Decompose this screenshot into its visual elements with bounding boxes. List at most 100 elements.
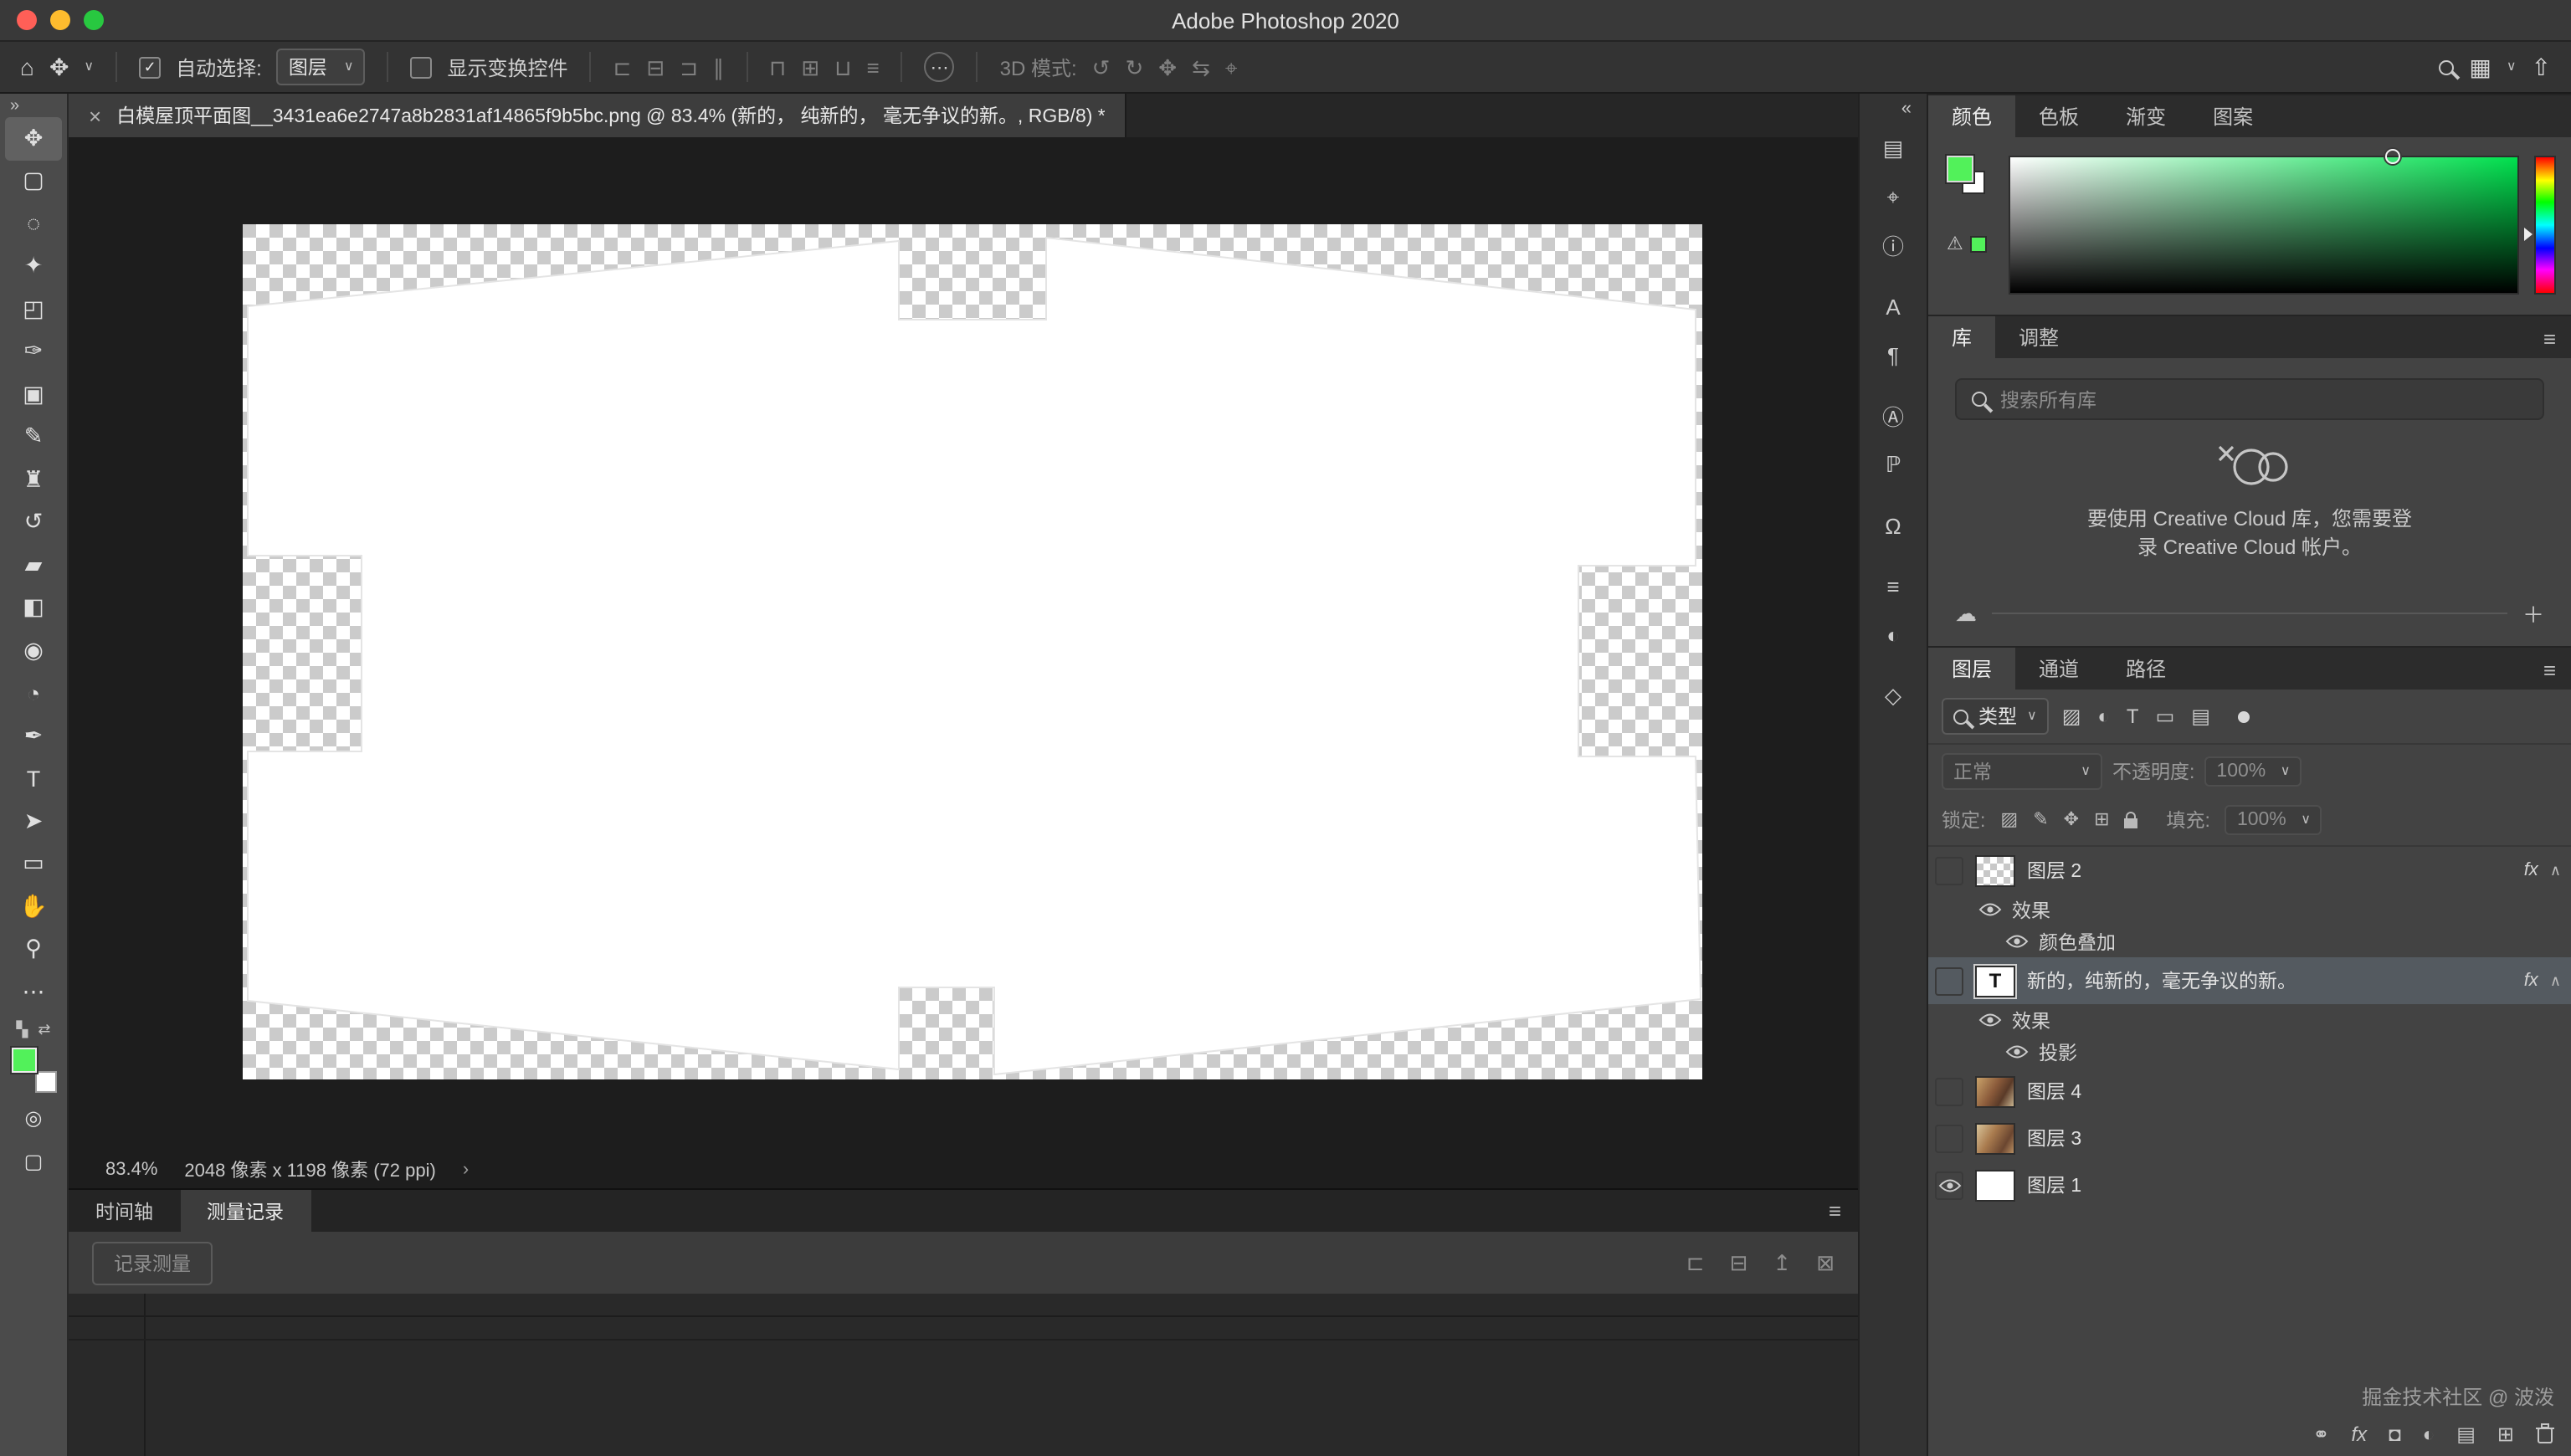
collapse-effects-icon[interactable]: ∧ (2550, 972, 2561, 990)
character-styles-panel-icon[interactable]: Ⓐ (1868, 394, 1918, 438)
canvas[interactable] (69, 137, 1858, 1151)
crop-tool[interactable]: ◰ (5, 288, 62, 331)
screen-mode-icon[interactable]: ▢ (5, 1140, 62, 1182)
visibility-toggle[interactable] (1935, 1124, 1963, 1152)
gradient-tool[interactable]: ◧ (5, 587, 62, 629)
layer-row-selected[interactable]: T 新的，纯新的，毫无争议的新。 fx ∧ (1928, 957, 2571, 1004)
camera-3d-icon[interactable]: ⌖ (1225, 56, 1238, 78)
background-color-swatch[interactable] (34, 1070, 56, 1092)
document-tab[interactable]: × 白模屋顶平面图__3431ea6e2747a8b2831af14865f9b… (69, 94, 1127, 137)
align-top-icon[interactable]: ⊓ (769, 56, 786, 78)
default-colors-icon[interactable]: ▚ (17, 1020, 28, 1038)
info-panel-icon[interactable]: ⓘ (1868, 223, 1918, 267)
close-icon[interactable]: × (89, 103, 101, 128)
minimize-window-button[interactable] (50, 10, 70, 30)
brush-settings-panel-icon[interactable]: ▤ (1868, 126, 1918, 170)
roll-3d-icon[interactable]: ↻ (1125, 56, 1143, 78)
search-icon[interactable] (2439, 59, 2454, 74)
tab-measurement-log[interactable]: 测量记录 (180, 1190, 310, 1232)
new-group-icon[interactable]: ▤ (2456, 1422, 2476, 1445)
layer-row[interactable]: 图层 3 (1928, 1115, 2571, 1161)
eraser-tool[interactable]: ▰ (5, 544, 62, 587)
layer-thumbnail[interactable] (1975, 1169, 2015, 1201)
align-right-icon[interactable]: ⊐ (680, 56, 698, 78)
align-center-icon[interactable]: ⊟ (646, 56, 665, 78)
panels-collapse-icon[interactable]: « (1901, 95, 1927, 124)
eye-icon[interactable] (1978, 1013, 2002, 1028)
properties-panel-icon[interactable]: ≡ (1868, 565, 1918, 608)
distribute-horizontal-icon[interactable]: ∥ (713, 56, 724, 78)
layer-row[interactable]: 图层 4 (1928, 1068, 2571, 1115)
effects-row[interactable]: 效果 (1928, 1004, 2571, 1036)
zoom-window-button[interactable] (84, 10, 104, 30)
filter-pixel-layers-icon[interactable]: ▨ (2062, 705, 2081, 728)
layer-row[interactable]: 图层 2 fx ∧ (1928, 847, 2571, 894)
more-tools-button[interactable]: ⋯ (5, 971, 62, 1013)
fill-dropdown[interactable]: 100%∨ (2225, 805, 2322, 835)
layer-name[interactable]: 图层 4 (2027, 1078, 2561, 1105)
close-window-button[interactable] (17, 10, 37, 30)
align-bottom-icon[interactable]: ⊔ (834, 56, 851, 78)
document-image[interactable] (243, 224, 1702, 1079)
orbit-3d-icon[interactable]: ↺ (1092, 56, 1111, 78)
glyphs-panel-icon[interactable]: Ω (1868, 504, 1918, 547)
layer-thumbnail[interactable] (1975, 1075, 2015, 1107)
link-layers-icon[interactable]: ⚭ (2312, 1422, 2329, 1445)
status-chevron-icon[interactable]: › (463, 1160, 469, 1180)
tab-libraries[interactable]: 库 (1928, 316, 1995, 358)
adjustment-layer-icon[interactable]: ◐ (2423, 1422, 2435, 1445)
distribute-vertical-icon[interactable]: ≡ (866, 56, 879, 78)
align-middle-icon[interactable]: ⊞ (801, 56, 819, 78)
threed-panel-icon[interactable]: ◇ (1868, 674, 1918, 718)
align-left-icon[interactable]: ⊏ (613, 56, 632, 78)
brush-tool[interactable]: ✎ (5, 416, 62, 459)
add-library-icon[interactable]: ＋ (2522, 597, 2544, 629)
swap-colors-icon[interactable]: ⇄ (38, 1020, 50, 1038)
clone-stamp-tool[interactable]: ♜ (5, 459, 62, 501)
home-icon[interactable]: ⌂ (20, 55, 34, 79)
rectangular-marquee-tool[interactable]: ▢ (5, 160, 62, 203)
eye-icon[interactable] (1978, 902, 2002, 917)
fx-badge[interactable]: fx (2524, 860, 2538, 880)
panel-menu-icon[interactable]: ≡ (1829, 1198, 1841, 1223)
text-layer-thumbnail[interactable]: T (1975, 965, 2015, 997)
workspace-switcher-icon[interactable]: ▦ (2469, 55, 2491, 79)
slide-3d-icon[interactable]: ⇆ (1192, 56, 1210, 78)
delete-measurements-icon[interactable]: ⊠ (1816, 1249, 1835, 1276)
character-panel-icon[interactable]: A (1868, 285, 1918, 328)
foreground-color-swatch[interactable] (1947, 156, 1973, 182)
layer-name[interactable]: 图层 2 (2027, 857, 2512, 884)
effect-row[interactable]: 投影 (1928, 1036, 2571, 1068)
gamut-color-swatch[interactable] (1970, 235, 1987, 252)
effect-row[interactable]: 颜色叠加 (1928, 925, 2571, 957)
tab-paths[interactable]: 路径 (2102, 648, 2189, 690)
show-transform-checkbox[interactable] (411, 56, 433, 78)
lock-pixels-icon[interactable]: ✎ (2033, 811, 2048, 829)
layer-thumbnail[interactable] (1975, 1122, 2015, 1154)
lock-transparency-icon[interactable]: ▨ (2000, 811, 2018, 829)
lasso-tool[interactable]: ◌ (5, 203, 62, 245)
filter-adjustment-layers-icon[interactable]: ◐ (2097, 705, 2110, 728)
opacity-dropdown[interactable]: 100%∨ (2204, 756, 2302, 787)
cloud-sync-icon[interactable]: ☁ (1955, 600, 1977, 627)
effects-row[interactable]: 效果 (1928, 894, 2571, 925)
tab-layers[interactable]: 图层 (1928, 648, 2015, 690)
blur-tool[interactable]: ◉ (5, 629, 62, 672)
clone-source-panel-icon[interactable]: ⌖ (1868, 175, 1918, 218)
library-search-input[interactable]: 搜索所有库 (1955, 378, 2544, 420)
foreground-color-swatch[interactable] (11, 1047, 36, 1072)
visibility-toggle[interactable] (1935, 1171, 1963, 1199)
tab-patterns[interactable]: 图案 (2189, 95, 2276, 137)
move-tool[interactable]: ✥ (5, 117, 62, 160)
visibility-toggle[interactable] (1935, 856, 1963, 884)
eyedropper-tool[interactable]: ✑ (5, 331, 62, 373)
tab-gradients[interactable]: 渐变 (2102, 95, 2189, 137)
zoom-level[interactable]: 83.4% (105, 1160, 157, 1180)
adjustments-panel-icon[interactable]: ◐ (1868, 613, 1918, 657)
hue-slider[interactable] (2534, 156, 2556, 295)
saturation-brightness-field[interactable] (2009, 156, 2519, 295)
history-brush-tool[interactable]: ↺ (5, 501, 62, 544)
eye-icon[interactable] (2005, 1044, 2029, 1059)
record-measurements-button[interactable]: 记录测量 (92, 1241, 213, 1284)
pan-3d-icon[interactable]: ✥ (1158, 56, 1177, 78)
